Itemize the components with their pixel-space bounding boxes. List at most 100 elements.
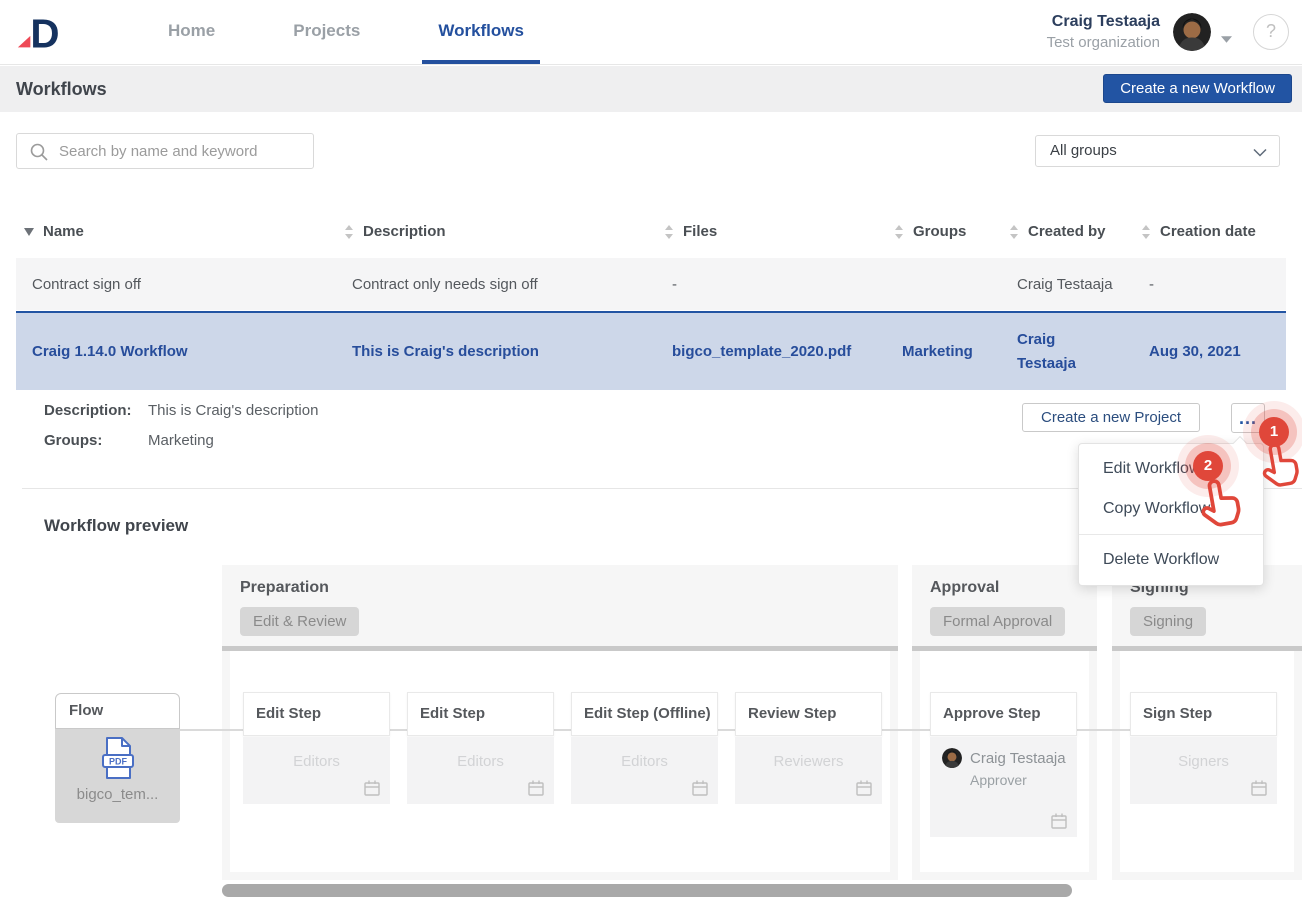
step-role: Reviewers [735,737,882,770]
cell-groups: Marketing [886,340,1001,364]
description-label: Description: [44,402,132,419]
nav-tab-workflows[interactable]: Workflows [422,0,540,64]
preview-title: Workflow preview [44,516,188,536]
table-header: Name Description Files Groups Created by… [16,205,1286,258]
step-card-approve[interactable]: Approve Step Craig Testaaja Approver [930,692,1077,837]
sort-icon [664,225,674,239]
step-body: Editors [407,737,554,804]
brand-logo-icon: D [14,9,64,55]
nav-tab-projects[interactable]: Projects [277,0,376,64]
main-nav: Home Projects Workflows [152,0,540,64]
phase-name: Approval [912,565,1097,597]
calendar-icon [527,779,545,797]
search-input[interactable] [17,134,313,168]
help-button[interactable]: ? [1253,14,1289,50]
step-body: Editors [243,737,390,804]
group-filter-select[interactable]: All groups [1035,135,1280,167]
step-title: Edit Step (Offline) [571,692,718,736]
table-row-selected[interactable]: Craig 1.14.0 Workflow This is Craig's de… [16,311,1286,390]
calendar-icon [1250,779,1268,797]
user-avatar-image [1173,13,1211,51]
column-label: Created by [1028,223,1106,240]
user-name: Craig Testaaja [1047,11,1160,32]
column-header-name[interactable]: Name [16,223,336,240]
step-role: Editors [243,737,390,770]
create-project-button[interactable]: Create a new Project [1022,403,1200,432]
assignee-role: Approver [970,772,1077,788]
assignee-name: Craig Testaaja [970,750,1066,767]
sort-icon [1009,225,1019,239]
step-role: Signers [1130,737,1277,770]
assignee-avatar [942,748,962,768]
brand-logo[interactable]: D [14,9,64,60]
create-workflow-button[interactable]: Create a new Workflow [1103,74,1292,103]
menu-item-delete-workflow[interactable]: Delete Workflow [1079,540,1263,580]
phase-tag: Formal Approval [930,607,1065,636]
cell-name: Craig 1.14.0 Workflow [16,340,336,364]
phase-tag: Signing [1130,607,1206,636]
column-header-creation-date[interactable]: Creation date [1133,223,1286,240]
user-menu-caret[interactable] [1221,30,1232,48]
cell-name: Contract sign off [16,276,336,293]
nav-tab-home[interactable]: Home [152,0,231,64]
cell-description: Contract only needs sign off [336,276,656,293]
annotation-badge-1: 1 [1259,417,1289,447]
user-avatar[interactable] [1173,13,1211,51]
nav-tab-home-label: Home [168,21,215,40]
cell-files: bigco_template_2020.pdf [656,340,886,364]
calendar-icon [855,779,873,797]
cell-creation-date: - [1133,276,1286,293]
page-title: Workflows [16,66,107,112]
cell-files: - [656,276,886,293]
column-label: Creation date [1160,223,1256,240]
group-filter-value: All groups [1050,136,1117,166]
step-card[interactable]: Edit Step Editors [243,692,390,804]
step-title: Edit Step [243,692,390,736]
description-value: This is Craig's description [148,402,318,419]
step-card[interactable]: Edit Step (Offline) Editors [571,692,718,804]
column-label: Groups [913,223,966,240]
pointer-hand-icon [1190,473,1249,535]
step-body: Signers [1130,737,1277,804]
flow-card[interactable]: Flow PDF bigco_tem... [55,693,180,823]
cell-description: This is Craig's description [336,340,656,364]
sort-icon [1141,225,1151,239]
table-row[interactable]: Contract sign off Contract only needs si… [16,258,1286,310]
user-organization: Test organization [1047,32,1160,53]
step-role: Editors [571,737,718,770]
sort-descending-icon [24,228,34,236]
step-title: Sign Step [1130,692,1277,736]
pdf-file-icon: PDF [98,736,138,780]
column-label: Description [363,223,446,240]
groups-label: Groups: [44,432,102,449]
column-header-created-by[interactable]: Created by [1001,223,1133,240]
annotation-badge-2: 2 [1193,451,1223,481]
nav-tab-projects-label: Projects [293,21,360,40]
nav-tab-workflows-label: Workflows [438,21,524,40]
step-role: Editors [407,737,554,770]
column-header-description[interactable]: Description [336,223,656,240]
svg-text:D: D [30,10,59,55]
cell-creation-date: Aug 30, 2021 [1133,340,1286,364]
column-label: Name [43,223,84,240]
calendar-icon [363,779,381,797]
cell-created-by: Craig Testaaja [1001,276,1133,293]
groups-value: Marketing [148,432,214,449]
search-box [16,133,314,169]
cell-created-by: Craig Testaaja [1001,328,1133,376]
column-header-groups[interactable]: Groups [886,223,1001,240]
phase-name: Preparation [222,565,898,597]
workflows-page: D Home Projects Workflows Craig Testaaja… [0,0,1302,902]
horizontal-scrollbar[interactable] [222,884,1072,897]
flow-file-name: bigco_tem... [55,786,180,803]
step-card[interactable]: Review Step Reviewers [735,692,882,804]
menu-divider [1079,534,1263,535]
column-header-files[interactable]: Files [656,223,886,240]
step-card-sign[interactable]: Sign Step Signers [1130,692,1277,804]
step-body: Editors [571,737,718,804]
assignee-avatar-image [942,748,962,768]
step-body: Reviewers [735,737,882,804]
phase-tag: Edit & Review [240,607,359,636]
calendar-icon [1050,812,1068,830]
step-card[interactable]: Edit Step Editors [407,692,554,804]
